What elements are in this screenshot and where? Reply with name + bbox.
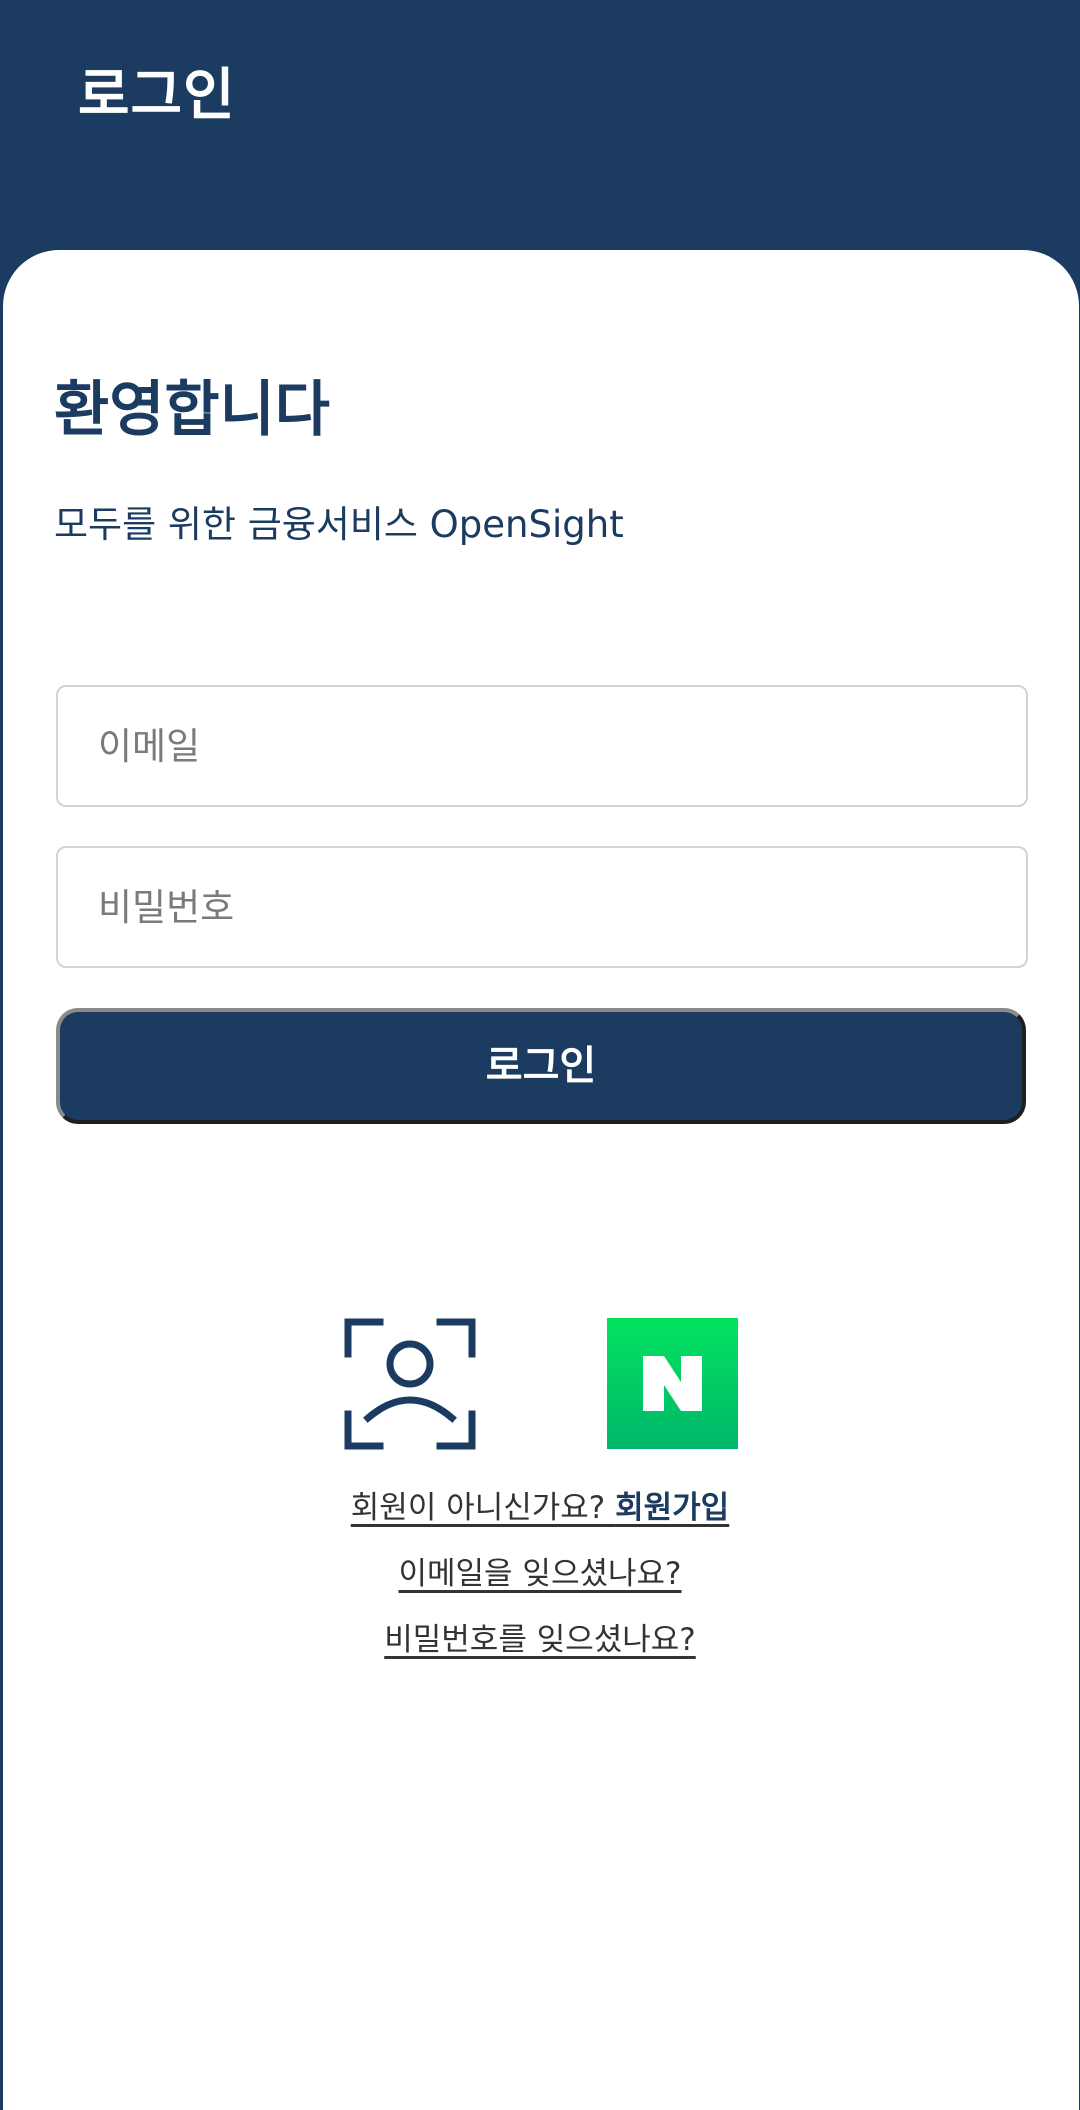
signup-link[interactable]: 회원이 아니신가요? 회원가입 [351,1490,729,1526]
forgot-password-link[interactable]: 비밀번호를 잊으셨나요? [384,1622,696,1658]
signup-text: 회원가입 [615,1490,730,1526]
face-recognition-icon [344,1318,476,1450]
naver-login-button[interactable] [607,1318,738,1449]
account-links: 회원이 아니신가요? 회원가입 이메일을 잊으셨나요? 비밀번호를 잊으셨나요? [0,1486,1080,1684]
forgot-password-line: 비밀번호를 잊으셨나요? [0,1618,1080,1684]
face-login-button[interactable] [344,1318,476,1450]
forgot-email-link[interactable]: 이메일을 잊으셨나요? [399,1556,682,1592]
naver-icon [643,1356,702,1411]
welcome-subtitle: 모두를 위한 금융서비스 OpenSight [54,503,624,546]
email-field[interactable] [56,685,1028,807]
login-button[interactable]: 로그인 [56,1008,1026,1124]
email-input[interactable] [58,687,1026,805]
not-member-text: 회원이 아니신가요? [350,1490,616,1526]
password-field[interactable] [56,846,1028,968]
password-input[interactable] [58,848,1026,966]
forgot-email-line: 이메일을 잊으셨나요? [0,1552,1080,1618]
app-header: 로그인 [0,0,1080,260]
signup-line: 회원이 아니신가요? 회원가입 [0,1486,1080,1552]
welcome-heading: 환영합니다 [54,375,330,445]
page-title: 로그인 [78,63,236,128]
